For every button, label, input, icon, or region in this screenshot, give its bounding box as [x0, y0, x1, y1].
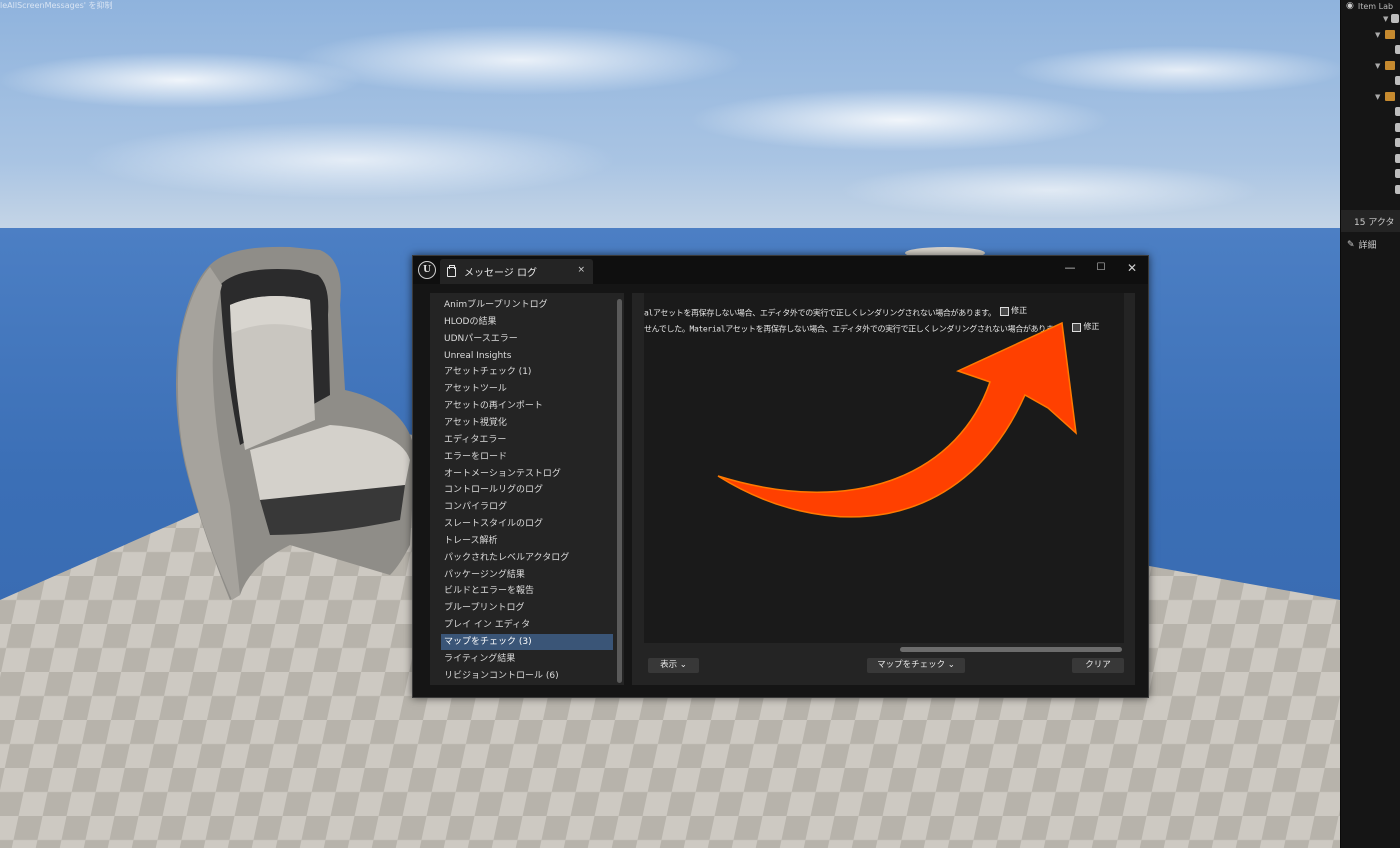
category-item[interactable]: ライティング結果	[441, 651, 613, 667]
category-item[interactable]: アセットの再インポート	[441, 398, 613, 414]
actor-icon	[1395, 169, 1400, 178]
fix-label: 修正	[1011, 306, 1028, 315]
actor-icon	[1395, 138, 1400, 147]
view-options-button[interactable]: 表示 ⌄	[648, 658, 699, 673]
unreal-logo-icon: U	[418, 261, 436, 279]
close-window-button[interactable]: ✕	[1121, 260, 1143, 276]
tree-row[interactable]	[1341, 43, 1400, 59]
fix-icon	[1000, 306, 1010, 316]
category-item[interactable]: マップをチェック (3)	[441, 634, 613, 650]
tree-row[interactable]	[1341, 121, 1400, 137]
tree-row[interactable]	[1341, 167, 1400, 183]
category-item[interactable]: スレートスタイルのログ	[441, 516, 613, 532]
fix-icon	[1072, 322, 1082, 332]
chair-mesh	[176, 246, 415, 600]
actor-count-label: 15 アクタ	[1341, 210, 1400, 232]
log-category-list: Animブループリントログ HLODの結果 UDNパースエラー Unreal Insi…	[430, 293, 624, 685]
viewport-hint-text: leAllScreenMessages' を抑制	[0, 1, 113, 10]
category-item[interactable]: エラーをロード	[441, 449, 613, 465]
clipboard-icon	[447, 264, 456, 277]
folder-icon	[1385, 91, 1395, 101]
actor-icon	[1395, 184, 1400, 194]
tree-row[interactable]	[1341, 152, 1400, 168]
tree-row[interactable]	[1341, 136, 1400, 152]
category-item[interactable]: アセットツール	[441, 381, 613, 397]
fix-label: 修正	[1083, 322, 1100, 331]
category-item[interactable]: オートメーションテストログ	[441, 466, 613, 482]
category-item[interactable]: Animブループリントログ	[441, 297, 613, 313]
details-tab[interactable]: ✎ 詳細	[1347, 238, 1377, 252]
category-item[interactable]: トレース解析	[441, 533, 613, 549]
log-message-text: alアセットを再保存しない場合、エディタ外での実行で正しくレンダリングされない場…	[644, 308, 996, 318]
tab-message-log[interactable]: メッセージ ログ ×	[440, 259, 593, 284]
window-titlebar[interactable]: U メッセージ ログ × — ☐ ✕	[413, 256, 1148, 284]
category-item[interactable]: エディタエラー	[441, 432, 613, 448]
check-map-button[interactable]: マップをチェック ⌄	[867, 658, 965, 673]
tab-close-button[interactable]: ×	[577, 265, 585, 275]
category-item[interactable]: ビルドとエラーを報告	[441, 583, 613, 599]
tree-row[interactable]: ▼	[1341, 28, 1400, 44]
clear-button[interactable]: クリア	[1072, 658, 1124, 673]
horizontal-scrollbar[interactable]	[900, 647, 1122, 652]
category-item[interactable]: コンパイラログ	[441, 499, 613, 515]
outliner-column-label: Item Lab	[1357, 1, 1394, 11]
expand-arrow-icon[interactable]: ▼	[1383, 15, 1388, 23]
maximize-button[interactable]: ☐	[1090, 260, 1112, 276]
category-item[interactable]: UDNパースエラー	[441, 331, 613, 347]
expand-arrow-icon[interactable]: ▼	[1375, 62, 1380, 70]
fix-link[interactable]: 修正	[1072, 319, 1099, 335]
level-icon	[1391, 14, 1399, 23]
folder-icon	[1385, 29, 1395, 39]
tree-row[interactable]	[1341, 183, 1400, 199]
category-item[interactable]: Unreal Insights	[441, 348, 613, 364]
outliner-header: ◉ Item Lab	[1341, 0, 1400, 12]
actor-icon	[1395, 107, 1400, 116]
category-item[interactable]: HLODの結果	[441, 314, 613, 330]
chevron-down-icon: ⌄	[947, 660, 955, 670]
category-item[interactable]: アセットチェック (1)	[441, 364, 613, 380]
category-item[interactable]: パックされたレベルアクタログ	[441, 550, 613, 566]
actor-icon	[1395, 45, 1400, 54]
category-item[interactable]: ブループリントログ	[441, 600, 613, 616]
check-map-label: マップをチェック	[877, 660, 946, 670]
details-tab-label: 詳細	[1358, 241, 1377, 251]
log-pane: alアセットを再保存しない場合、エディタ外での実行で正しくレンダリングされない場…	[632, 293, 1135, 685]
message-log-window: U メッセージ ログ × — ☐ ✕ Animブループリントログ HLODの結果 U…	[412, 255, 1149, 698]
chevron-down-icon: ⌄	[679, 660, 687, 670]
log-messages[interactable]: alアセットを再保存しない場合、エディタ外での実行で正しくレンダリングされない場…	[644, 293, 1124, 643]
pencil-icon: ✎	[1347, 239, 1355, 250]
expand-arrow-icon[interactable]: ▼	[1375, 31, 1380, 39]
eye-icon[interactable]: ◉	[1346, 1, 1354, 11]
tree-row[interactable]: ▼	[1341, 59, 1400, 75]
tree-row[interactable]: ▼	[1341, 12, 1400, 28]
log-message-text: せんでした。Materialアセットを再保存しない場合、エディタ外での実行で正し…	[644, 324, 1068, 334]
folder-icon	[1385, 60, 1395, 70]
tree-row[interactable]: ▼	[1341, 90, 1400, 106]
tab-label: メッセージ ログ	[464, 268, 537, 279]
tree-row[interactable]	[1341, 74, 1400, 90]
fix-link[interactable]: 修正	[1000, 303, 1027, 319]
outliner-panel: ◉ Item Lab ▼ ▼ ▼ ▼ 15 アクタ ✎ 詳細	[1340, 0, 1400, 848]
actor-icon	[1395, 76, 1400, 85]
tree-row[interactable]	[1341, 105, 1400, 121]
minimize-button[interactable]: —	[1059, 260, 1081, 276]
log-message-row[interactable]: alアセットを再保存しない場合、エディタ外での実行で正しくレンダリングされない場…	[644, 303, 1027, 319]
category-item[interactable]: コントロールリグのログ	[441, 482, 613, 498]
actor-icon	[1395, 122, 1400, 132]
expand-arrow-icon[interactable]: ▼	[1375, 93, 1380, 101]
category-item[interactable]: リビジョンコントロール (6)	[441, 668, 613, 684]
view-label: 表示	[660, 660, 678, 670]
category-item[interactable]: パッケージング結果	[441, 567, 613, 583]
actor-icon	[1395, 153, 1400, 163]
category-item[interactable]: プレイ イン エディタ	[441, 617, 613, 633]
category-scrollbar[interactable]	[617, 299, 622, 683]
log-message-row[interactable]: せんでした。Materialアセットを再保存しない場合、エディタ外での実行で正し…	[644, 319, 1099, 335]
category-item[interactable]: アセット視覚化	[441, 415, 613, 431]
